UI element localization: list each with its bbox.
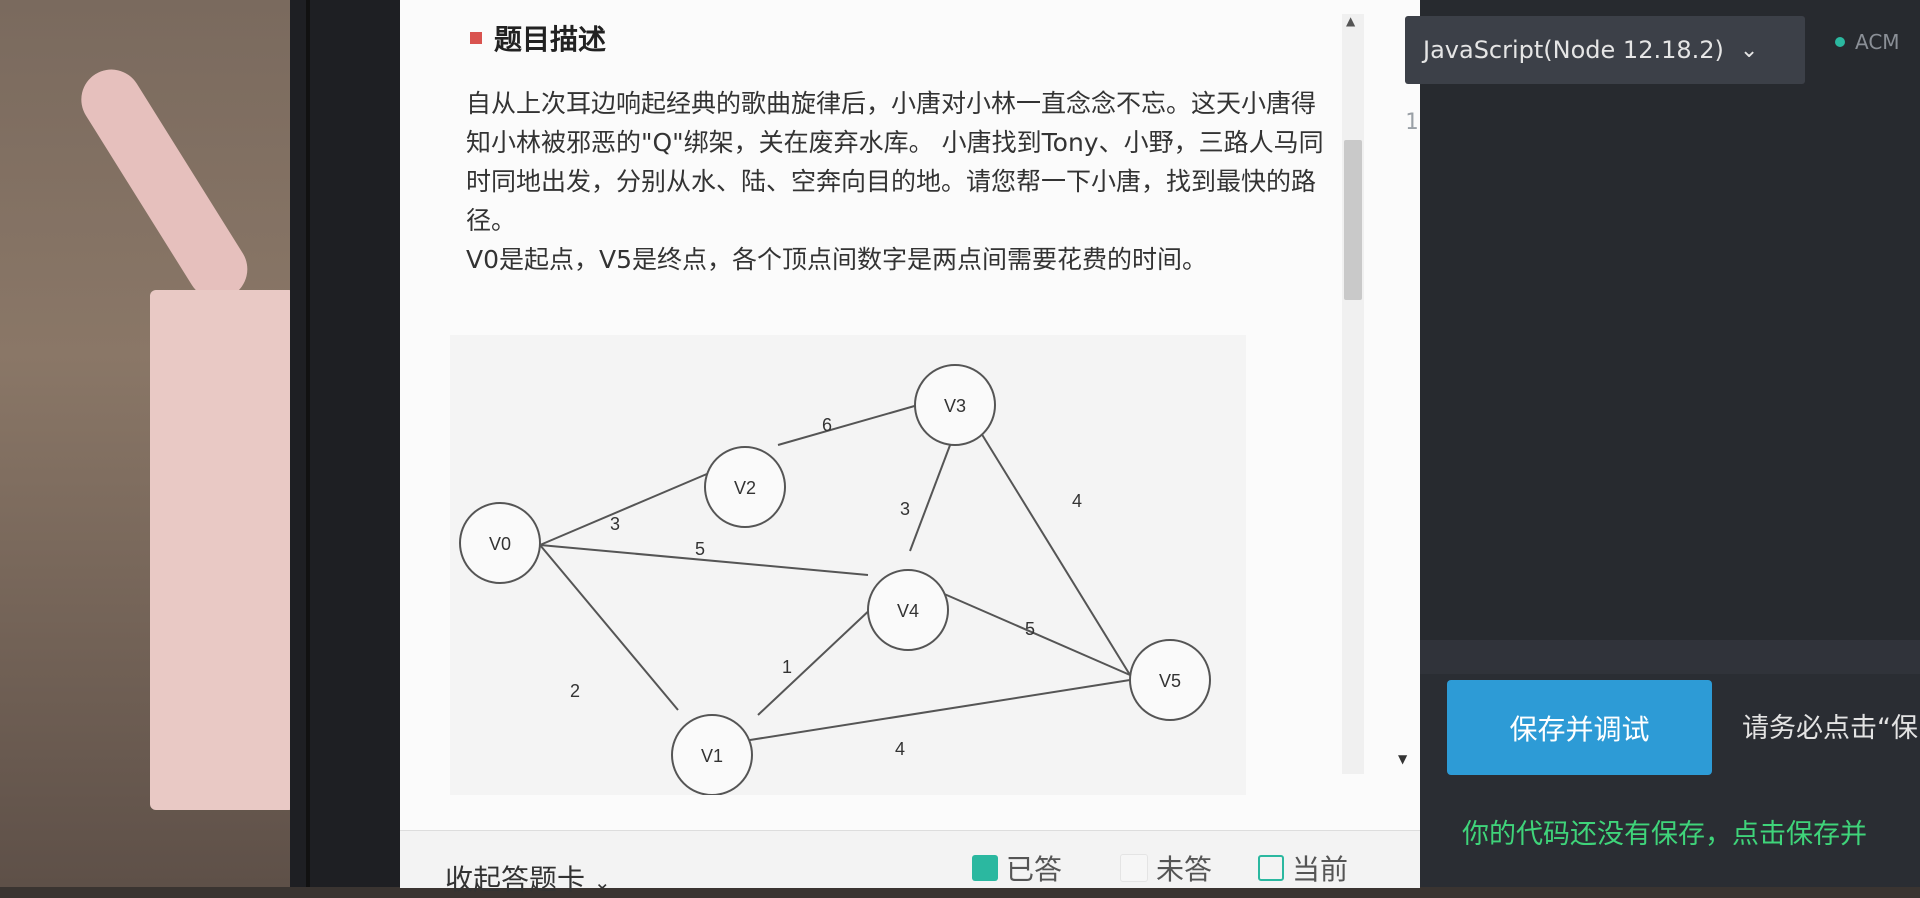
graph-svg: 3 5 2 6 3 4 1 5 4 V0 V1 V2 V3 V4 V5 xyxy=(459,364,1211,795)
edge-weight-v3-v5: 4 xyxy=(1072,491,1082,511)
node-label-v0: V0 xyxy=(489,534,511,554)
edge-v1-v4 xyxy=(757,604,876,716)
save-and-debug-label: 保存并调试 xyxy=(1509,712,1650,746)
description-paragraph: 自从上次耳边响起经典的歌曲旋律后，小唐对小林一直念念不忘。这天小唐得知小林被邪恶… xyxy=(466,89,1324,235)
scrollbar-track[interactable] xyxy=(1342,14,1364,774)
edge-weight-v0-v2: 3 xyxy=(610,514,620,534)
edge-weight-v0-v4: 5 xyxy=(695,539,705,559)
edge-weight-v1-v4: 1 xyxy=(782,657,792,677)
node-label-v2: V2 xyxy=(734,478,756,498)
unsaved-notice: 你的代码还没有保存，点击保存并 xyxy=(1462,819,1867,850)
language-select[interactable]: JavaScript(Node 12.18.2) ⌄ xyxy=(1405,16,1805,84)
edge-weight-v4-v3: 3 xyxy=(900,499,910,519)
edge-v4-v5 xyxy=(941,592,1131,676)
chevron-down-icon: ⌄ xyxy=(1739,37,1759,63)
question-title: 题目描述 xyxy=(470,18,606,58)
scroll-up-icon[interactable]: ▲ xyxy=(1346,14,1355,28)
language-select-value: JavaScript(Node 12.18.2) xyxy=(1423,36,1724,64)
graph-figure: 3 5 2 6 3 4 1 5 4 V0 V1 V2 V3 V4 V5 xyxy=(450,335,1246,795)
editor-footer xyxy=(1420,640,1920,674)
unanswered-swatch-icon xyxy=(1120,854,1148,882)
edge-weight-v0-v1: 2 xyxy=(570,681,580,701)
mode-indicator: ACM xyxy=(1835,30,1900,54)
question-title-text: 题目描述 xyxy=(494,23,607,56)
edge-v2-v3 xyxy=(777,404,919,446)
node-label-v3: V3 xyxy=(944,396,966,416)
description-paragraph: V0是起点，V5是终点，各个顶点间数字是两点间需要花费的时间。 xyxy=(466,245,1208,274)
scroll-down-icon[interactable]: ▼ xyxy=(1398,752,1407,766)
scrollbar-thumb[interactable] xyxy=(1344,140,1362,300)
collapse-answer-card-button[interactable]: 收起答题卡 ⌄ xyxy=(445,858,611,898)
edge-weight-v1-v5: 4 xyxy=(895,739,905,759)
current-swatch-icon xyxy=(1258,855,1284,881)
question-description: 自从上次耳边响起经典的歌曲旋律后，小唐对小林一直念念不忘。这天小唐得知小林被邪恶… xyxy=(466,84,1326,279)
edge-v1-v5 xyxy=(749,679,1131,741)
edge-weight-v4-v5: 5 xyxy=(1025,619,1035,639)
node-label-v4: V4 xyxy=(897,601,919,621)
legend-label: 当前 xyxy=(1292,853,1349,886)
chevron-down-icon: ⌄ xyxy=(593,870,611,894)
save-and-debug-button[interactable]: 保存并调试 xyxy=(1447,680,1712,775)
legend-current: 当前 xyxy=(1258,848,1348,888)
tablet-bezel xyxy=(306,0,310,887)
legend-answered: 已答 xyxy=(972,848,1062,888)
edge-v4-v3 xyxy=(909,431,956,552)
save-hint-text: 请务必点击“保 xyxy=(1742,713,1918,744)
collapse-label: 收起答题卡 xyxy=(445,863,586,896)
legend-label: 已答 xyxy=(1006,853,1063,886)
edge-v0-v2 xyxy=(539,464,729,546)
answered-swatch-icon xyxy=(972,855,998,881)
legend-label: 未答 xyxy=(1156,853,1213,886)
background-cup xyxy=(150,290,295,810)
legend-unanswered: 未答 xyxy=(1120,848,1212,888)
edge-v0-v1 xyxy=(539,544,679,711)
title-marker-icon xyxy=(470,32,482,44)
line-number: 1 xyxy=(1405,110,1419,135)
status-dot-icon xyxy=(1835,37,1845,47)
edge-v3-v5 xyxy=(969,414,1131,676)
node-label-v5: V5 xyxy=(1159,671,1181,691)
node-label-v1: V1 xyxy=(701,746,723,766)
mode-label: ACM xyxy=(1855,30,1900,54)
edge-weight-v2-v3: 6 xyxy=(822,415,832,435)
code-editor[interactable] xyxy=(1420,0,1920,640)
